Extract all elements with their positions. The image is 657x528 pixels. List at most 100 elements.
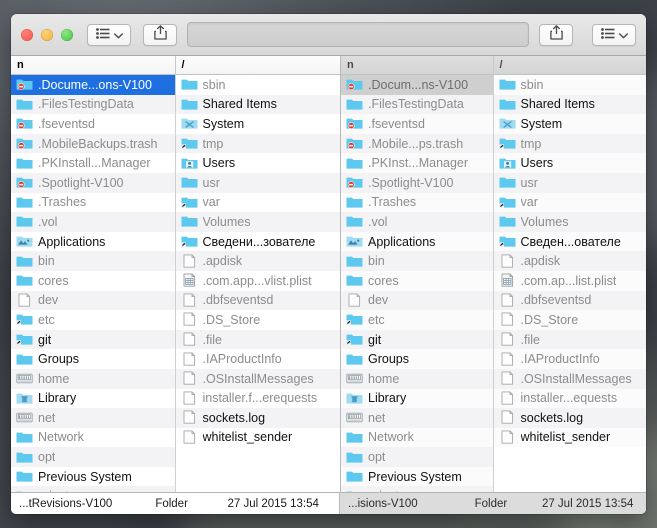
file-row[interactable]: home [341, 368, 493, 389]
file-row[interactable]: Groups [11, 349, 175, 369]
file-row[interactable]: .vol [341, 212, 493, 232]
file-row[interactable]: .com.ap...list.plist [493, 270, 646, 291]
file-row[interactable]: installer...equests [493, 388, 646, 409]
file-row[interactable]: tmp [175, 133, 340, 154]
file-row[interactable]: Applications [341, 231, 493, 252]
view-options-button-right[interactable] [592, 23, 636, 46]
file-row[interactable]: .PKInstall...Manager [11, 153, 175, 173]
file-row[interactable]: Library [11, 388, 175, 409]
file-row[interactable]: Groups [341, 349, 493, 369]
file-row[interactable]: Сведен...ователе [493, 231, 646, 252]
file-row[interactable]: sbin [175, 75, 340, 95]
folder-icon [181, 97, 198, 112]
file-row[interactable]: usr [493, 172, 646, 193]
file-row[interactable]: Volumes [175, 212, 340, 232]
file-row[interactable]: .IAProductInfo [493, 349, 646, 369]
file-row[interactable]: etc [341, 310, 493, 330]
file-row[interactable]: Сведени...зователе [175, 231, 340, 252]
file-row[interactable]: opt [11, 447, 175, 467]
file-row[interactable]: .MobileBackups.trash [11, 133, 175, 154]
file-row[interactable]: .Mobile...ps.trash [341, 133, 493, 154]
file-row[interactable]: .Trashes [11, 192, 175, 213]
file-name-label: var [202, 195, 220, 210]
file-row[interactable]: opt [341, 447, 493, 467]
file-row[interactable]: System [493, 114, 646, 134]
file-row[interactable]: cores [11, 270, 175, 291]
file-row[interactable]: whitelist_sender [175, 427, 340, 448]
file-row[interactable]: installer.f...erequests [175, 388, 340, 409]
file-row[interactable]: Users [175, 153, 340, 173]
file-row[interactable]: dev [11, 290, 175, 311]
file-row[interactable]: .dbfseventsd [493, 290, 646, 311]
file-row[interactable]: .file [175, 329, 340, 350]
file-row[interactable]: Network [341, 427, 493, 448]
file-row[interactable]: Applications [11, 231, 175, 252]
file-row[interactable]: cores [341, 270, 493, 291]
file-row[interactable]: .Spotlight-V100 [11, 172, 175, 193]
file-row[interactable]: net [341, 408, 493, 428]
file-name-label: .MobileBackups.trash [38, 136, 158, 151]
file-row[interactable]: git [11, 329, 175, 350]
file-row[interactable]: System [175, 114, 340, 134]
folder-icon [16, 273, 33, 288]
file-row[interactable]: sockets.log [175, 408, 340, 428]
file-row[interactable]: .fseventsd [11, 114, 175, 134]
column-header-name-left[interactable]: n [11, 56, 176, 74]
file-row[interactable]: Shared Items [493, 94, 646, 115]
file-row[interactable]: net [11, 408, 175, 428]
file-row[interactable]: .IAProductInfo [175, 349, 340, 369]
file-row[interactable]: tmp [493, 133, 646, 154]
file-row[interactable]: whitelist_sender [493, 427, 646, 448]
share-button-right[interactable] [539, 23, 573, 46]
file-row[interactable]: Users [493, 153, 646, 173]
share-button-left[interactable] [143, 23, 177, 46]
folder-library-icon [346, 391, 363, 406]
minimize-button[interactable] [41, 28, 53, 41]
file-row[interactable]: .OSInstallMessages [175, 368, 340, 389]
file-row[interactable]: home [11, 368, 175, 389]
file-row[interactable]: Library [341, 388, 493, 409]
file-row[interactable]: var [493, 192, 646, 213]
file-row[interactable]: .PKInst...Manager [341, 153, 493, 173]
file-row[interactable]: etc [11, 310, 175, 330]
file-row[interactable]: .apdisk [493, 251, 646, 271]
file-row[interactable]: Previous System [11, 466, 175, 487]
file-row[interactable]: .OSInstallMessages [493, 368, 646, 389]
file-row[interactable]: var [175, 192, 340, 213]
file-row[interactable]: Network [11, 427, 175, 448]
file-row[interactable]: .Spotlight-V100 [341, 172, 493, 193]
file-row[interactable]: .FilesTestingData [341, 94, 493, 115]
column-header-name-right[interactable]: n [341, 56, 494, 74]
view-options-button-left[interactable] [87, 23, 131, 46]
file-row[interactable]: git [341, 329, 493, 350]
file-row[interactable]: .DS_Store [175, 310, 340, 330]
column-header-path-left[interactable]: / [176, 56, 341, 74]
file-row[interactable]: .com.app...vlist.plist [175, 270, 340, 291]
file-row[interactable]: .Docume...ons-V100 [11, 75, 175, 95]
file-row[interactable]: .fseventsd [341, 114, 493, 134]
zoom-button[interactable] [61, 28, 73, 41]
file-row[interactable]: Volumes [493, 212, 646, 232]
file-row[interactable]: usr [175, 172, 340, 193]
network-drive-icon [346, 410, 363, 425]
file-row[interactable]: .FilesTestingData [11, 94, 175, 115]
file-row[interactable]: Shared Items [175, 94, 340, 115]
column-header-path-right[interactable]: / [494, 56, 647, 74]
file-row[interactable]: .dbfseventsd [175, 290, 340, 311]
file-row[interactable]: .Trashes [341, 192, 493, 213]
file-row[interactable]: sbin [493, 75, 646, 95]
file-row[interactable]: .apdisk [175, 251, 340, 271]
file-row[interactable]: .DS_Store [493, 310, 646, 330]
file-row[interactable]: sockets.log [493, 408, 646, 428]
file-row[interactable]: .Docum...ns-V100 [341, 75, 493, 95]
close-button[interactable] [21, 28, 33, 41]
file-row[interactable]: bin [11, 251, 175, 271]
file-name-label: etc [368, 312, 385, 327]
file-row[interactable]: dev [341, 290, 493, 311]
file-icon [16, 293, 33, 308]
file-row[interactable]: Previous System [341, 466, 493, 487]
file-row[interactable]: bin [341, 251, 493, 271]
file-row[interactable]: .file [493, 329, 646, 350]
search-field[interactable] [187, 22, 529, 47]
file-row[interactable]: .vol [11, 212, 175, 232]
